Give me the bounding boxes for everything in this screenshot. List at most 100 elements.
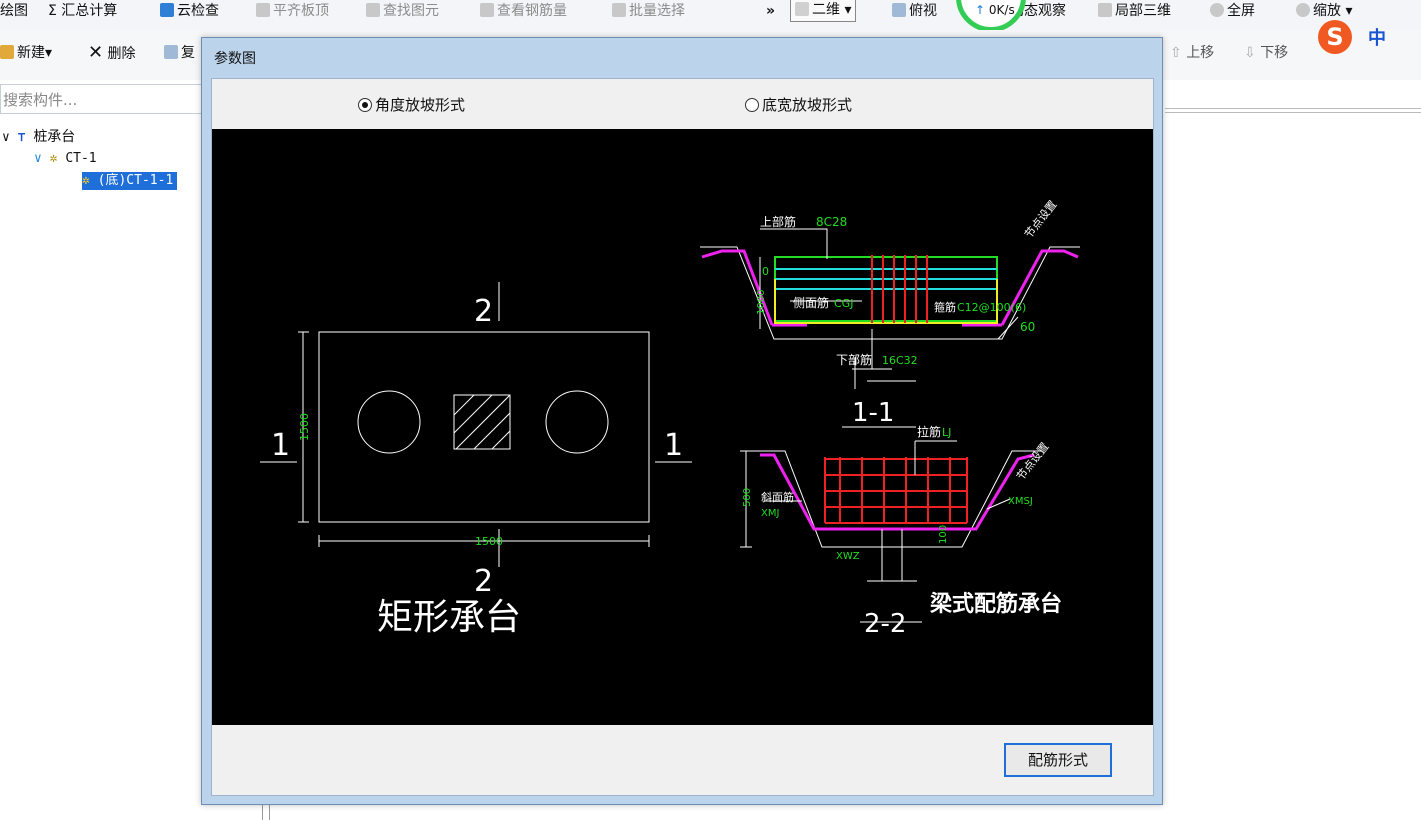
copy-label: 复 bbox=[181, 45, 195, 61]
top-view-button[interactable]: 俯视 bbox=[892, 0, 937, 22]
top-view-label: 俯视 bbox=[909, 3, 937, 19]
gear-icon: ✲ bbox=[82, 173, 90, 188]
tree-item-label: CT-1 bbox=[65, 151, 97, 166]
tree-item-ct-1[interactable]: ∨ ✲ CT-1 bbox=[34, 150, 97, 168]
bottom-rebar-value: 16C32 bbox=[882, 354, 918, 367]
move-down-button[interactable]: ⇩ 下移 bbox=[1244, 42, 1288, 64]
fullscreen-icon bbox=[1210, 3, 1224, 17]
radio-angle-label: 角度放坡形式 bbox=[375, 96, 466, 114]
section-label-1-left: 1 bbox=[271, 428, 290, 463]
rebar-form-button[interactable]: 配筋形式 bbox=[1004, 743, 1112, 777]
ime-mode[interactable]: 中 bbox=[1368, 28, 1386, 50]
dim-500: 500 bbox=[742, 488, 753, 507]
find-element-button[interactable]: 查找图元 bbox=[366, 0, 439, 22]
network-speed-text: ↑ 0K/s bbox=[975, 3, 1015, 17]
zoom-button[interactable]: 缩放 ▾ bbox=[1296, 0, 1352, 22]
dim-zero: 0 bbox=[762, 265, 769, 278]
parameter-drawing: 2 2 1 1 1500 1500 矩形承台 上部筋 8C28 侧面筋 CGJ … bbox=[212, 129, 1153, 725]
up-arrow-icon: ⇧ bbox=[1170, 45, 1182, 61]
batch-select-icon bbox=[612, 3, 626, 17]
bottom-rebar-label: 下部筋 bbox=[836, 352, 872, 367]
new-icon bbox=[0, 45, 14, 59]
batch-select-label: 批量选择 bbox=[629, 3, 685, 19]
angle-value: 60 bbox=[1020, 320, 1035, 334]
copy-icon bbox=[164, 45, 178, 59]
upload-arrow-icon: ↑ bbox=[975, 3, 986, 17]
zoom-icon bbox=[1296, 3, 1310, 17]
cloud-check-label: 云检查 bbox=[177, 3, 219, 19]
view-mode-select[interactable]: 二维 ▾ bbox=[790, 0, 857, 22]
dim-1000: 1000 bbox=[756, 290, 767, 315]
tree-item-label: 桩承台 bbox=[33, 129, 76, 145]
delete-button[interactable]: ✕ 删除 bbox=[88, 42, 136, 64]
move-up-label: 上移 bbox=[1186, 45, 1215, 61]
side-rebar-value: CGJ bbox=[834, 297, 853, 310]
section-label-2-top: 2 bbox=[474, 294, 493, 329]
gear-icon: ✲ bbox=[49, 151, 58, 166]
fullscreen-label: 全屏 bbox=[1227, 3, 1255, 19]
tree-item-ct-1-1[interactable]: ✲ (底)CT-1-1 bbox=[82, 172, 178, 190]
align-slab-icon bbox=[256, 3, 270, 17]
tie-rebar-value: LJ bbox=[942, 426, 951, 439]
local-3d-button[interactable]: 局部三维 bbox=[1098, 0, 1171, 22]
xwz-label: XWZ bbox=[836, 551, 860, 562]
cloud-check-icon bbox=[160, 3, 174, 17]
delete-label: 删除 bbox=[107, 46, 136, 62]
main-toolbar: 绘图 Σ 汇总计算 云检查 平齐板顶 查找图元 查看钢筋量 批量选择 » 二维 … bbox=[0, 0, 1421, 31]
toolbar-overflow-button[interactable]: » bbox=[766, 0, 775, 22]
radio-unchecked-icon bbox=[745, 98, 759, 112]
ime-indicator[interactable]: S bbox=[1318, 20, 1358, 56]
slope-rebar-label: 斜面筋 bbox=[761, 490, 794, 504]
dialog-title: 参数图 bbox=[214, 51, 256, 67]
slope-rebar-value: XMJ bbox=[761, 508, 779, 519]
radio-angle-slope[interactable]: 角度放坡形式 bbox=[358, 95, 465, 115]
drawing-area-divider bbox=[1165, 108, 1421, 113]
binoculars-icon bbox=[366, 3, 380, 17]
view-mode-label: 二维 ▾ bbox=[812, 2, 852, 18]
stirrup-value: C12@100(6) bbox=[957, 301, 1026, 314]
component-search-input[interactable]: 搜索构件... bbox=[0, 84, 210, 114]
side-rebar-label: 侧面筋 bbox=[793, 295, 829, 310]
cloud-check-button[interactable]: 云检查 bbox=[160, 0, 219, 22]
local-3d-icon bbox=[1098, 3, 1112, 17]
move-up-button[interactable]: ⇧ 上移 bbox=[1170, 42, 1214, 64]
radio-width-label: 底宽放坡形式 bbox=[762, 96, 853, 114]
tie-rebar-label: 拉筋 bbox=[917, 424, 941, 439]
stirrup-label: 箍筋 bbox=[934, 300, 956, 314]
align-slab-label: 平齐板顶 bbox=[273, 3, 329, 19]
tree-item-pile-cap[interactable]: ∨ ⊤ 桩承台 bbox=[2, 128, 75, 146]
top-view-icon bbox=[892, 3, 906, 17]
move-down-label: 下移 bbox=[1260, 45, 1289, 61]
tree-item-label: (底)CT-1-1 bbox=[97, 173, 174, 188]
align-slab-top-button[interactable]: 平齐板顶 bbox=[256, 0, 329, 22]
new-button[interactable]: 新建▾ bbox=[0, 42, 52, 64]
draw-tab[interactable]: 绘图 bbox=[0, 0, 28, 22]
zoom-label: 缩放 ▾ bbox=[1313, 3, 1353, 19]
local-3d-label: 局部三维 bbox=[1115, 3, 1171, 19]
view-rebar-button[interactable]: 查看钢筋量 bbox=[480, 0, 567, 22]
section-1-1-label: 1-1 bbox=[852, 398, 894, 428]
new-label: 新建▾ bbox=[17, 45, 53, 61]
copy-button[interactable]: 复 bbox=[164, 42, 195, 64]
dim-100: 100 bbox=[938, 525, 949, 544]
batch-select-button[interactable]: 批量选择 bbox=[612, 0, 685, 22]
view-rebar-label: 查看钢筋量 bbox=[497, 3, 567, 19]
xmsj-label: XMSJ bbox=[1008, 496, 1033, 507]
beam-cap-title: 梁式配筋承台 bbox=[929, 591, 1062, 617]
section-2-2-label: 2-2 bbox=[864, 609, 906, 639]
delete-icon: ✕ bbox=[88, 42, 104, 63]
view-2d-icon bbox=[795, 2, 809, 16]
pile-cap-icon: ⊤ bbox=[17, 130, 26, 145]
node-setting-label-1: 节点设置 bbox=[1022, 198, 1059, 241]
node-setting-label-2: 节点设置 bbox=[1014, 440, 1051, 483]
top-rebar-label: 上部筋 bbox=[760, 214, 796, 229]
fullscreen-button[interactable]: 全屏 bbox=[1210, 0, 1255, 22]
summary-calc-button[interactable]: Σ 汇总计算 bbox=[48, 0, 117, 22]
dim-1500-horizontal: 1500 bbox=[475, 535, 503, 548]
rebar-icon bbox=[480, 3, 494, 17]
radio-bottom-width-slope[interactable]: 底宽放坡形式 bbox=[745, 95, 852, 115]
top-rebar-value: 8C28 bbox=[816, 215, 847, 229]
network-speed-value: 0K/s bbox=[988, 3, 1015, 17]
find-element-label: 查找图元 bbox=[383, 3, 439, 19]
section-label-1-right: 1 bbox=[664, 428, 683, 463]
